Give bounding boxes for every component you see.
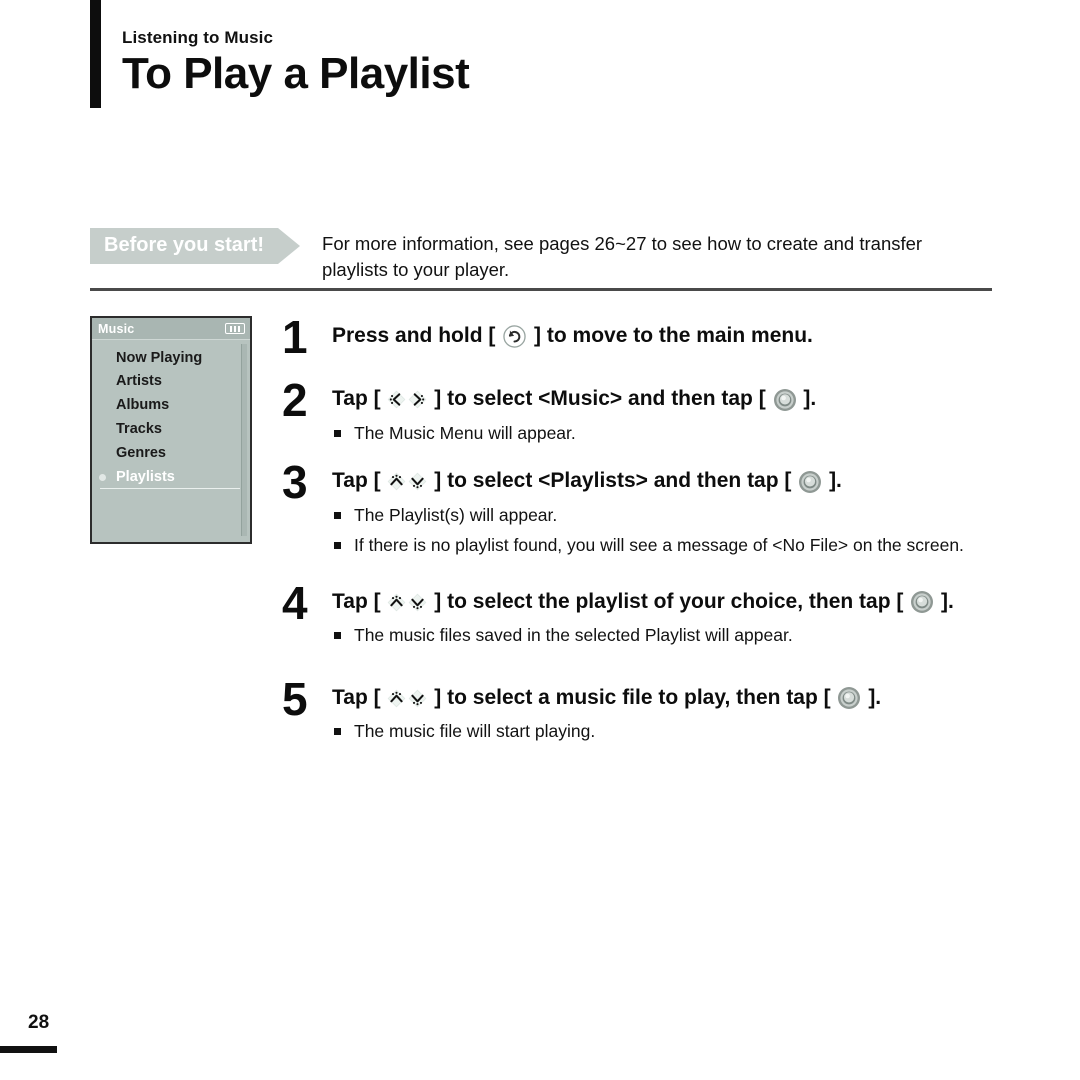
step-3: 3 Tap [ ] to select <Playlists> and then … [282,459,1002,558]
step-note: The Music Menu will appear. [332,422,1002,446]
step-instruction: Tap [ ] to select the playlist of your c… [332,588,1002,615]
step-instruction-text: Tap [ [332,685,387,709]
step-instruction-text: Tap [ [332,387,387,411]
step-notes: The music files saved in the selected Pl… [332,624,1002,648]
chevron-down-touch-icon [408,472,427,491]
device-menu-item[interactable]: Genres [92,441,250,465]
section-divider [90,288,992,291]
chevron-down-touch-icon [408,593,427,612]
select-button-icon [773,388,797,412]
before-you-start-notice: Before you start! For more information, … [90,228,992,282]
step-note: The music files saved in the selected Pl… [332,624,1002,648]
step-instruction-text: ]. [862,685,882,709]
footer-rule [0,1046,57,1053]
step-note: The music file will start playing. [332,720,1002,744]
step-instruction: Press and hold [ ] to move to the main m… [332,322,1002,349]
step-notes: The Music Menu will appear. [332,422,1002,446]
header-accent-bar [90,0,101,108]
device-menu-item[interactable]: Albums [92,394,250,418]
device-menu-item-label: Now Playing [116,349,203,366]
device-screen-title: Music [98,321,135,336]
step-instruction-text: ] to select the playlist of your choice,… [428,589,910,613]
device-scrollbar [241,344,247,536]
step-5: 5 Tap [ ] to select a music file to play,… [282,676,1002,744]
step-4: 4 Tap [ ] to select the playlist of your … [282,580,1002,648]
step-note: If there is no playlist found, you will … [332,534,1002,558]
step-instruction-text: Tap [ [332,469,387,493]
device-menu-list: Now Playing Artists Albums Tracks Genres Play… [92,340,250,489]
step-number: 2 [282,374,308,427]
device-menu-item-label: Tracks [116,421,162,438]
breadcrumb: Listening to Music [122,28,274,47]
step-instruction: Tap [ ] to select <Playlists> and then t… [332,467,1002,494]
device-menu-item[interactable]: Tracks [92,418,250,442]
page-header: Listening to Music To Play a Playlist [122,28,470,99]
step-1: 1 Press and hold [ ] to move to the main … [282,314,1002,360]
step-instruction-text: Press and hold [ [332,324,502,347]
device-menu-item[interactable]: Artists [92,370,250,394]
step-instruction-text: ] to move to the main menu. [528,324,813,347]
device-menu-item-label: Artists [116,373,162,390]
battery-icon [225,323,245,334]
chevron-up-touch-icon [387,593,406,612]
step-2: 2 Tap [ ] to select <Music> and then tap … [282,377,1002,446]
chevron-right-touch-icon [408,390,427,409]
chevron-up-touch-icon [387,689,406,708]
chevron-left-touch-icon [387,390,406,409]
step-instruction-text: Tap [ [332,589,387,613]
step-notes: The Playlist(s) will appear. If there is … [332,504,1002,558]
device-menu-item-label: Playlists [116,468,175,485]
select-button-icon [910,590,934,614]
select-button-icon [798,470,822,494]
device-menu-item[interactable]: Playlists [92,465,250,489]
step-instruction-text: ] to select <Playlists> and then tap [ [428,469,798,493]
page-number: 28 [28,1012,50,1033]
chevron-up-touch-icon [387,472,406,491]
notice-tag-label: Before you start! [90,228,301,264]
step-number: 1 [282,311,308,363]
step-instruction-text: ]. [797,387,817,411]
step-instruction-text: ]. [823,469,842,493]
chevron-down-touch-icon [408,689,427,708]
step-instruction-text: ] to select <Music> and then tap [ [428,387,772,411]
instruction-steps: 1 Press and hold [ ] to move to the main … [282,314,1002,751]
step-instruction-text: ] to select a music file to play, then t… [428,685,837,709]
step-number: 5 [282,672,308,725]
step-notes: The music file will start playing. [332,720,1002,744]
device-menu-item[interactable]: Now Playing [92,346,250,370]
step-number: 3 [282,456,308,509]
step-note: The Playlist(s) will appear. [332,504,1002,528]
device-screen-mockup: Music Now Playing Artists Albums Tracks Genr… [90,316,252,544]
step-number: 4 [282,576,308,629]
step-instruction: Tap [ ] to select <Music> and then tap [… [332,385,1002,412]
device-menu-item-label: Albums [116,397,170,414]
return-icon [503,325,526,348]
device-menu-item-label: Genres [116,444,166,461]
step-instruction: Tap [ ] to select a music file to play, … [332,684,1002,711]
step-instruction-text: ]. [935,589,954,613]
device-titlebar: Music [92,318,250,340]
select-button-icon [837,686,861,710]
notice-body-text: For more information, see pages 26~27 to… [322,233,923,280]
page-title: To Play a Playlist [122,49,470,99]
